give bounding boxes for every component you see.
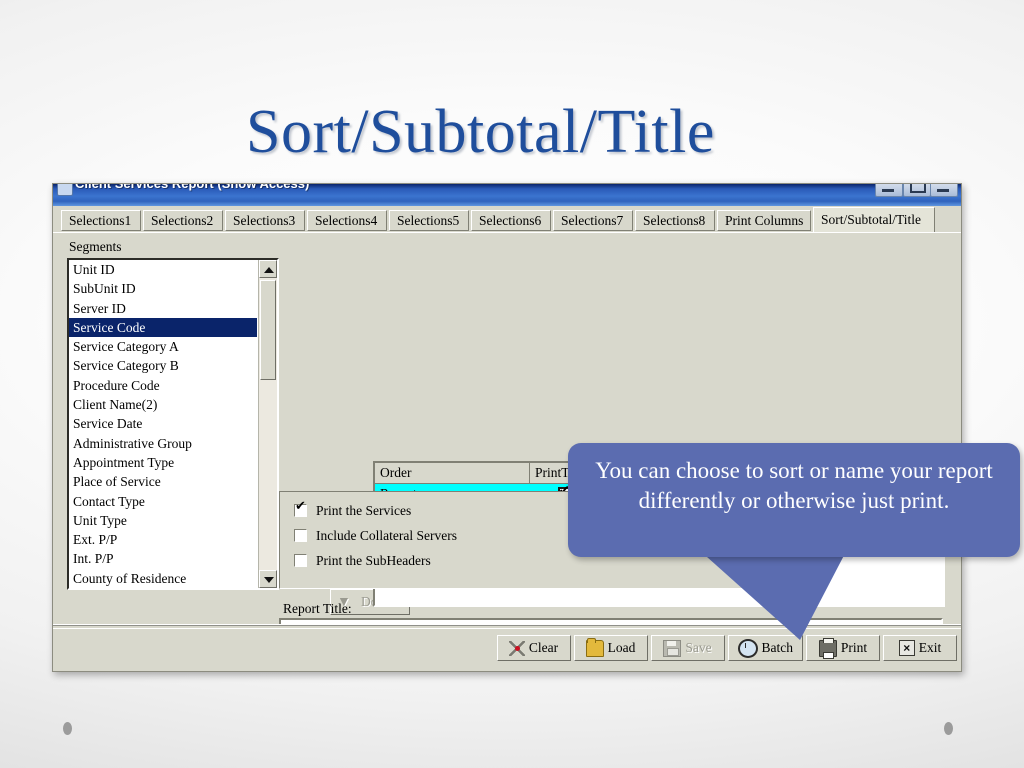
segment-item[interactable]: Procedure Code <box>69 376 257 395</box>
toolbar-buttons: Clear Load Save Batch Print ×Exit <box>494 635 958 661</box>
grid-header-order[interactable]: Order <box>375 463 530 483</box>
tab-label: Sort/Subtotal/Title <box>821 212 921 227</box>
tab-label: Selections7 <box>561 213 623 228</box>
load-button[interactable]: Load <box>574 635 648 661</box>
maximize-button[interactable] <box>903 184 931 197</box>
option-label: Print the SubHeaders <box>316 553 431 568</box>
tab-selections4[interactable]: Selections4 <box>307 210 387 231</box>
tab-print-columns[interactable]: Print Columns <box>717 210 811 231</box>
tab-selections7[interactable]: Selections7 <box>553 210 633 231</box>
option-print-the-services[interactable]: Print the Services <box>294 501 411 521</box>
segment-item[interactable]: Client Name(2) <box>69 395 257 414</box>
tab-label: Selections8 <box>643 213 705 228</box>
minimize-button[interactable] <box>875 184 903 197</box>
tab-selections8[interactable]: Selections8 <box>635 210 715 231</box>
toolbar-button-label: Load <box>608 640 636 656</box>
clear-button[interactable]: Clear <box>497 635 571 661</box>
segment-item[interactable]: Server ID <box>69 299 257 318</box>
slide-canvas: Sort/Subtotal/Title Client Services Repo… <box>0 0 1024 768</box>
option-label: Print the Services <box>316 503 411 518</box>
exit-button[interactable]: ×Exit <box>883 635 957 661</box>
toolbar-button-label: Batch <box>762 640 794 656</box>
scroll-down-button[interactable] <box>259 570 277 588</box>
segment-item[interactable]: Administrative Group <box>69 434 257 453</box>
segment-item[interactable]: Int. P/P <box>69 549 257 568</box>
segment-item[interactable]: SubUnit ID <box>69 279 257 298</box>
toolbar-button-label: Exit <box>919 640 942 656</box>
tab-selections2[interactable]: Selections2 <box>143 210 223 231</box>
close-x-icon: × <box>899 640 915 656</box>
toolbar-divider <box>53 625 961 629</box>
toolbar-button-label: Print <box>841 640 867 656</box>
tab-label: Selections5 <box>397 213 459 228</box>
segment-item[interactable]: Service Date <box>69 414 257 433</box>
floppy-disk-icon <box>663 640 681 657</box>
tab-selections5[interactable]: Selections5 <box>389 210 469 231</box>
option-checkbox[interactable] <box>294 529 307 542</box>
segment-item[interactable]: Contact Type <box>69 492 257 511</box>
option-checkbox[interactable] <box>294 504 307 517</box>
option-label: Include Collateral Servers <box>316 528 457 543</box>
option-checkbox[interactable] <box>294 554 307 567</box>
dialog-bottom-toolbar: Clear Load Save Batch Print ×Exit <box>53 624 961 671</box>
client-services-report-dialog: Client Services Report (Show Access) Sel… <box>52 183 962 672</box>
segment-item[interactable]: Appointment Type <box>69 453 257 472</box>
print-button[interactable]: Print <box>806 635 880 661</box>
tab-label: Selections3 <box>233 213 295 228</box>
printer-icon <box>819 640 837 657</box>
segment-item[interactable]: County of Residence <box>69 569 257 588</box>
clock-icon <box>738 639 758 658</box>
segment-item[interactable]: Unit Type <box>69 511 257 530</box>
decorative-dot-left <box>63 722 72 735</box>
tab-label: Print Columns <box>725 213 803 228</box>
callout-bubble: You can choose to sort or name your repo… <box>568 443 1020 557</box>
segment-item[interactable]: Place of Service <box>69 472 257 491</box>
app-icon <box>57 184 73 196</box>
toolbar-button-label: Save <box>685 640 711 656</box>
batch-button[interactable]: Batch <box>728 635 804 661</box>
scrollbar-thumb[interactable] <box>260 280 276 380</box>
decorative-dot-right <box>944 722 953 735</box>
folder-open-icon <box>586 640 604 657</box>
page-title: Sort/Subtotal/Title <box>246 96 946 168</box>
dialog-titlebar[interactable]: Client Services Report (Show Access) <box>53 184 961 206</box>
tab-label: Selections4 <box>315 213 377 228</box>
segment-item[interactable]: Unit ID <box>69 260 257 279</box>
chevron-down-icon <box>264 577 274 583</box>
tab-label: Selections2 <box>151 213 213 228</box>
scroll-up-button[interactable] <box>259 260 277 278</box>
tab-selections6[interactable]: Selections6 <box>471 210 551 231</box>
segments-label: Segments <box>69 239 122 255</box>
segments-scrollbar[interactable] <box>258 260 277 588</box>
report-title-label: Report Title: <box>283 601 352 617</box>
dialog-title-text: Client Services Report (Show Access) <box>75 184 309 191</box>
tab-sort-subtotal-title[interactable]: Sort/Subtotal/Title <box>813 207 935 232</box>
close-button[interactable] <box>930 184 958 197</box>
chevron-up-icon <box>264 267 274 273</box>
tab-label: Selections6 <box>479 213 541 228</box>
tab-selections1[interactable]: Selections1 <box>61 210 141 231</box>
clear-icon <box>509 641 525 656</box>
segment-item[interactable]: Service Category A <box>69 337 257 356</box>
tab-label: Selections1 <box>69 213 131 228</box>
segments-listbox[interactable]: Unit IDSubUnit IDServer IDService CodeSe… <box>67 258 279 590</box>
option-include-collateral-servers[interactable]: Include Collateral Servers <box>294 526 457 546</box>
segments-list: Unit IDSubUnit IDServer IDService CodeSe… <box>69 260 257 588</box>
toolbar-button-label: Clear <box>529 640 558 656</box>
dialog-body: Segments Unit IDSubUnit IDServer IDServi… <box>53 232 961 624</box>
option-print-the-subheaders[interactable]: Print the SubHeaders <box>294 551 431 571</box>
segment-item[interactable]: Service Code <box>69 318 257 337</box>
save-button[interactable]: Save <box>651 635 725 661</box>
tab-selections3[interactable]: Selections3 <box>225 210 305 231</box>
segment-item[interactable]: Service Category B <box>69 356 257 375</box>
segment-item[interactable]: Ext. P/P <box>69 530 257 549</box>
tab-strip: Selections1 Selections2 Selections3 Selecti… <box>53 207 961 233</box>
